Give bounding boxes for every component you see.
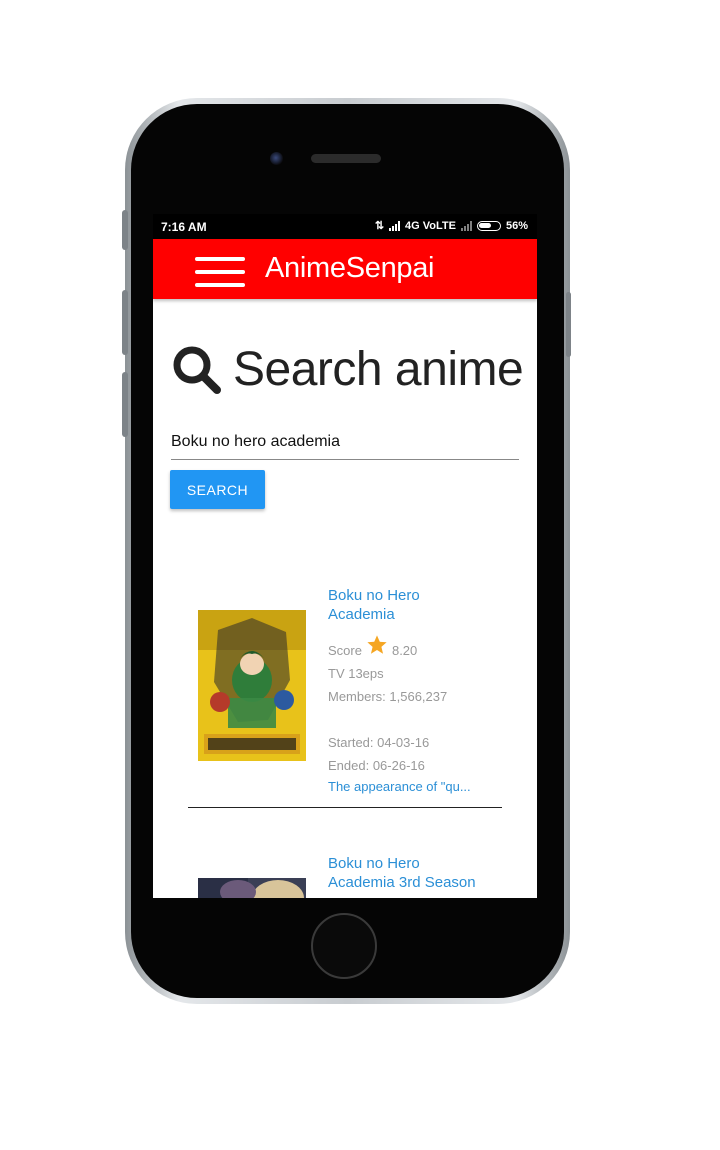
front-camera <box>270 152 283 165</box>
hamburger-menu-icon[interactable] <box>195 255 245 289</box>
anime-cover-image <box>198 610 306 761</box>
type-episodes: TV 13eps <box>328 666 384 681</box>
status-icons: ⇅ 4G VoLTE 56% <box>374 219 528 233</box>
signal-2-icon <box>460 220 472 231</box>
search-input[interactable] <box>171 424 519 460</box>
phone-screen: 7:16 AM ⇅ 4G VoLTE 56% AnimeSenpai Searc… <box>153 214 537 898</box>
signal-icon <box>389 220 401 231</box>
star-icon <box>367 635 387 654</box>
search-icon <box>173 346 221 394</box>
status-time: 7:16 AM <box>161 220 207 234</box>
phone-volume-down <box>122 372 128 437</box>
score-value: 8.20 <box>391 643 418 658</box>
phone-power-button <box>566 292 571 357</box>
anime-title[interactable]: Boku no Hero Academia <box>328 586 488 624</box>
score-row: Score 8.20 <box>328 634 417 659</box>
home-button[interactable] <box>311 913 377 979</box>
phone-side-button <box>122 210 128 250</box>
network-label: 4G VoLTE <box>405 219 456 232</box>
app-bar: AnimeSenpai <box>153 239 537 299</box>
battery-level: 56% <box>505 219 528 232</box>
earpiece-speaker <box>311 154 381 163</box>
end-date: Ended: 06-26-16 <box>328 758 425 773</box>
status-bar: 7:16 AM ⇅ 4G VoLTE 56% <box>153 214 537 239</box>
result-divider <box>188 807 502 808</box>
page-title: Search anime <box>233 343 524 396</box>
anime-cover-image <box>198 878 306 898</box>
anime-title[interactable]: Boku no Hero Academia 3rd Season <box>328 854 488 892</box>
phone-volume-up <box>122 290 128 355</box>
members-count: Members: 1,566,237 <box>328 689 448 704</box>
search-button[interactable]: SEARCH <box>170 470 265 509</box>
search-heading: Search anime <box>171 342 524 397</box>
score-label: Score <box>328 643 362 658</box>
battery-icon <box>476 220 501 231</box>
synopsis-link[interactable]: The appearance of "qu... <box>328 779 478 794</box>
data-arrows-icon: ⇅ <box>374 220 385 232</box>
start-date: Started: 04-03-16 <box>328 735 430 750</box>
app-title: AnimeSenpai <box>265 252 435 284</box>
